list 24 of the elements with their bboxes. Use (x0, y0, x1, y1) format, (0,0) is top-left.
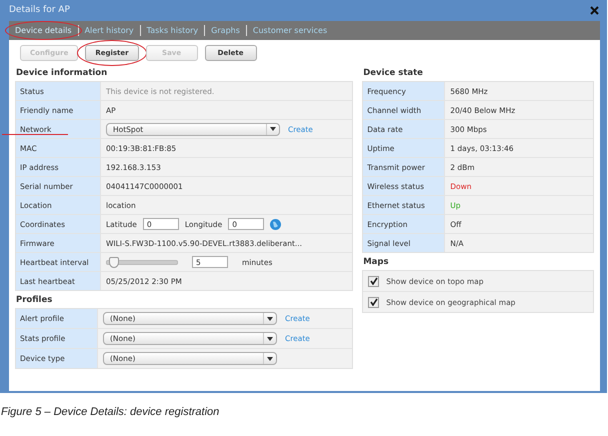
checkbox[interactable] (368, 296, 380, 308)
tab[interactable]: Tasks history (144, 26, 200, 35)
slider-thumb[interactable] (108, 256, 118, 268)
section-heading: Device state (362, 66, 424, 80)
figure-caption: Figure 5 – Device Details: device registration (0, 405, 220, 418)
globe-icon (270, 218, 282, 230)
tab[interactable]: Graphs (209, 26, 242, 35)
section-heading: Profiles (15, 294, 54, 306)
section-heading: Device information (15, 66, 108, 80)
check-icon (370, 277, 378, 285)
caret-icon (267, 356, 273, 360)
caret-icon (270, 127, 276, 131)
window-title: Details for AP (9, 5, 70, 15)
tab[interactable]: Alert history (82, 26, 136, 35)
tab[interactable]: Customer services (250, 26, 330, 35)
close-button[interactable] (590, 6, 599, 14)
tab[interactable]: Device details (13, 26, 74, 35)
caret-icon (267, 336, 273, 340)
caret-icon (267, 316, 273, 320)
close-icon (590, 6, 599, 14)
globe-button[interactable] (270, 218, 282, 230)
checkbox[interactable] (368, 276, 380, 286)
check-icon (370, 298, 378, 306)
section-heading: Maps (362, 256, 390, 268)
